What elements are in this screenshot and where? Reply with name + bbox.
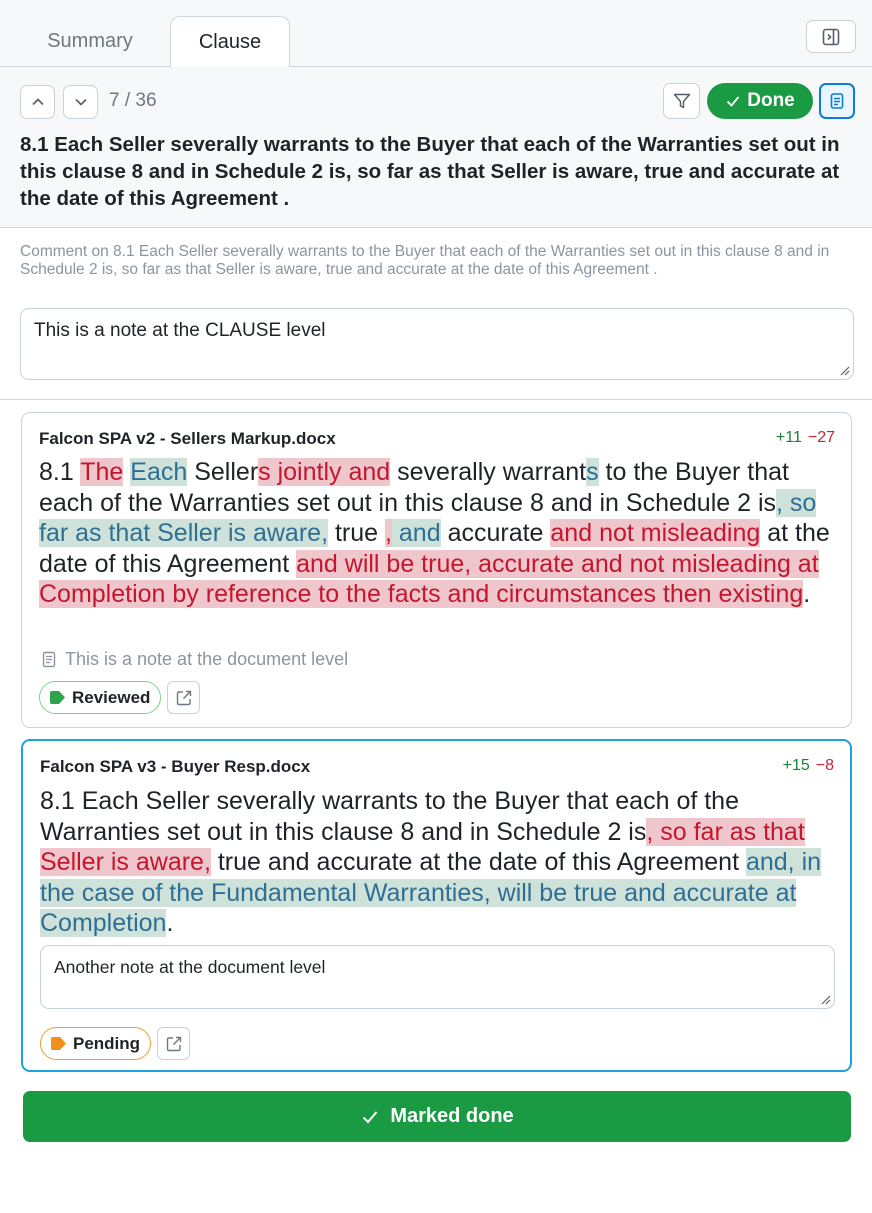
unchanged-text: .	[166, 909, 174, 937]
tab-clause[interactable]: Clause	[170, 16, 290, 68]
done-status-label: Done	[747, 90, 795, 111]
document-card: Falcon SPA v2 - Sellers Markup.docx +11−…	[21, 412, 852, 728]
unchanged-text: true and accurate at the date of this Ag…	[210, 848, 746, 876]
document-card-selected: Falcon SPA v3 - Buyer Resp.docx +15 −8 8.…	[21, 739, 852, 1072]
next-clause-button[interactable]	[63, 85, 98, 119]
unchanged-text: Seller	[187, 458, 259, 486]
resize-handle-icon[interactable]	[819, 993, 831, 1005]
tab-summary[interactable]: Summary	[20, 16, 160, 67]
clause-diff-text: 8.1 Each Seller severally warrants to th…	[40, 786, 840, 939]
tab-bar: Summary Clause	[0, 0, 872, 68]
open-document-button[interactable]	[157, 1027, 190, 1060]
check-icon	[727, 96, 740, 107]
filter-icon	[673, 93, 690, 109]
deleted-text: s jointly and	[258, 458, 391, 486]
collapse-panel-button[interactable]	[806, 20, 856, 53]
open-document-button[interactable]	[167, 681, 200, 714]
document-note-value: Another note at the document level	[54, 957, 326, 977]
inserted-text: Each	[130, 458, 188, 486]
unchanged-text: 8.1	[39, 458, 81, 486]
clause-header: 7 / 36 Done 8.1 Each Seller severally wa…	[0, 67, 872, 228]
deleted-text: The	[80, 458, 124, 486]
document-filename: Falcon SPA v3 - Buyer Resp.docx	[40, 757, 311, 776]
chevron-down-icon	[74, 98, 87, 106]
unchanged-text: .	[803, 580, 811, 608]
check-icon	[363, 1110, 378, 1123]
section-divider	[0, 399, 872, 400]
deletions-count: −8	[815, 757, 834, 774]
note-icon	[42, 651, 56, 668]
notes-button[interactable]	[819, 83, 855, 119]
clause-counter: 7 / 36	[109, 90, 157, 111]
chevron-up-icon	[31, 98, 44, 106]
marked-done-label: Marked done	[390, 1105, 514, 1127]
unchanged-text: 8.1 Each Seller severally warrants to th…	[40, 787, 739, 846]
comment-label: Comment on 8.1 Each Seller severally war…	[20, 243, 830, 278]
inserted-text: and	[391, 519, 441, 547]
status-badge-label: Pending	[73, 1033, 141, 1053]
unchanged-text: severally warrant	[390, 458, 587, 486]
resize-handle-icon[interactable]	[838, 364, 850, 376]
diff-count: +11 −27	[776, 429, 835, 447]
previous-clause-button[interactable]	[20, 85, 55, 119]
additions-count: +15	[782, 757, 810, 774]
clause-comment-textarea[interactable]: This is a note at the CLAUSE level	[20, 308, 854, 380]
unchanged-text: true	[328, 519, 385, 547]
status-badge-label: Reviewed	[72, 687, 151, 707]
filter-button[interactable]	[663, 83, 700, 119]
note-icon	[830, 93, 844, 109]
additions-count: +11	[775, 429, 802, 446]
diff-count: +15 −8	[783, 757, 834, 775]
panel-collapse-icon	[822, 28, 840, 45]
inserted-text: s	[586, 458, 599, 486]
clause-comment-value: This is a note at the CLAUSE level	[34, 320, 326, 341]
document-filename: Falcon SPA v2 - Sellers Markup.docx	[39, 429, 336, 448]
deletions-count: −27	[807, 429, 835, 446]
unchanged-text: accurate	[440, 519, 551, 547]
document-note: This is a note at the document level	[41, 649, 348, 670]
external-link-icon	[176, 690, 191, 705]
done-status-button[interactable]: Done	[707, 83, 813, 119]
deleted-text: and not misleading	[550, 519, 761, 547]
external-link-icon	[166, 1036, 181, 1051]
document-note-text: This is a note at the document level	[65, 649, 349, 669]
status-badge-reviewed[interactable]: Reviewed	[39, 681, 162, 714]
deleted-text: ,	[385, 519, 392, 547]
document-note-textarea[interactable]: Another note at the document level	[40, 945, 835, 1009]
clause-diff-text: 8.1 The Each Sellers jointly and several…	[39, 457, 839, 610]
tag-icon	[51, 1037, 66, 1050]
clause-title: 8.1 Each Seller severally warrants to th…	[20, 133, 840, 210]
tag-icon	[50, 691, 65, 704]
marked-done-button[interactable]: Marked done	[23, 1091, 851, 1142]
status-badge-pending[interactable]: Pending	[40, 1027, 152, 1060]
